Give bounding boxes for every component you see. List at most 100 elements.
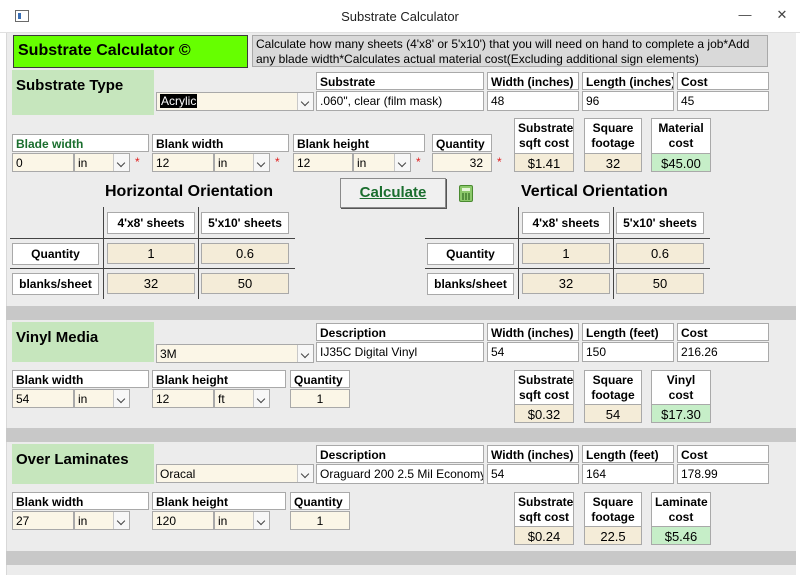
laminate-blank-width-unit-value: in: [78, 514, 88, 528]
blank-width-unit-value: in: [218, 156, 228, 170]
substrate-length-field[interactable]: 96: [582, 91, 674, 111]
laminate-blank-width-input[interactable]: 27: [12, 511, 74, 530]
blank-height-label: Blank height: [293, 134, 425, 152]
laminate-section-title: Over Laminates: [12, 444, 154, 484]
vinyl-cost-out-value: $17.30: [651, 404, 711, 423]
substrate-width-field[interactable]: 48: [487, 91, 579, 111]
laminate-desc-label: Description: [316, 445, 484, 463]
vinyl-blank-height-input[interactable]: 12: [152, 389, 214, 408]
horizontal-col-5x10: 5'x10' sheets: [201, 212, 289, 234]
grid-line: [10, 268, 295, 269]
vinyl-blank-height-unit-value: ft: [218, 392, 225, 406]
vinyl-section-title: Vinyl Media: [12, 322, 154, 362]
horizontal-orientation-title: Horizontal Orientation: [105, 183, 273, 200]
vinyl-sq-footage-value: 54: [584, 404, 642, 423]
vertical-col-4x8: 4'x8' sheets: [522, 212, 610, 234]
chevron-down-icon[interactable]: [113, 154, 129, 171]
laminate-length-field[interactable]: 164: [582, 464, 674, 484]
blade-width-input[interactable]: 0: [12, 153, 74, 172]
horizontal-blanks-5x10: 50: [201, 273, 289, 294]
laminate-width-field[interactable]: 54: [487, 464, 579, 484]
vertical-blanks-5x10: 50: [616, 273, 704, 294]
close-button[interactable]: ✕: [772, 5, 792, 25]
horizontal-blanks-4x8: 32: [107, 273, 195, 294]
laminate-cost-field[interactable]: 178.99: [677, 464, 769, 484]
blank-width-unit-select[interactable]: in: [214, 153, 270, 172]
section-divider: [6, 306, 796, 320]
blank-height-unit-select[interactable]: in: [353, 153, 411, 172]
substrate-cost-label: Cost: [677, 72, 769, 90]
chevron-down-icon[interactable]: [253, 390, 269, 407]
grid-line: [425, 268, 710, 269]
quantity-label: Quantity: [432, 134, 492, 152]
vertical-blanks-4x8: 32: [522, 273, 610, 294]
grid-line: [10, 238, 295, 239]
vinyl-desc-label: Description: [316, 323, 484, 341]
sqft-cost-value: $1.41: [514, 153, 574, 172]
blade-unit-select[interactable]: in: [74, 153, 130, 172]
chevron-down-icon[interactable]: [297, 345, 313, 362]
quantity-input[interactable]: 32: [432, 153, 492, 172]
vinyl-quantity-input[interactable]: 1: [290, 389, 350, 408]
vinyl-width-label: Width (inches): [487, 323, 579, 341]
vertical-row-quantity: Quantity: [427, 243, 514, 265]
vinyl-cost-field[interactable]: 216.26: [677, 342, 769, 362]
horizontal-quantity-5x10: 0.6: [201, 243, 289, 264]
substrate-cost-field[interactable]: 45: [677, 91, 769, 111]
vinyl-sq-footage-label: Square footage: [584, 370, 642, 405]
vinyl-blank-width-input[interactable]: 54: [12, 389, 74, 408]
chevron-down-icon[interactable]: [297, 465, 313, 482]
sq-footage-label: Square footage: [584, 118, 642, 154]
vinyl-blank-height-label: Blank height: [152, 370, 286, 388]
laminate-blank-height-unit-select[interactable]: in: [214, 511, 270, 530]
chevron-down-icon[interactable]: [394, 154, 410, 171]
horizontal-row-quantity: Quantity: [12, 243, 99, 265]
laminate-brand-select[interactable]: Oracal: [156, 464, 314, 483]
vinyl-blank-width-unit-select[interactable]: in: [74, 389, 130, 408]
vinyl-blank-width-unit-value: in: [78, 392, 88, 406]
vinyl-cost-out-label: Vinyl cost: [651, 370, 711, 405]
laminate-blank-width-unit-select[interactable]: in: [74, 511, 130, 530]
required-marker: *: [275, 155, 280, 169]
laminate-blank-height-input[interactable]: 120: [152, 511, 214, 530]
calculate-button[interactable]: Calculate: [340, 178, 446, 208]
horizontal-row-blanks: blanks/sheet: [12, 273, 99, 295]
substrate-desc-field[interactable]: .060", clear (film mask): [316, 91, 484, 111]
laminate-cost-out-label: Laminate cost: [651, 492, 711, 527]
vinyl-width-field[interactable]: 54: [487, 342, 579, 362]
substrate-type-select[interactable]: Acrylic: [156, 92, 314, 111]
vinyl-brand-value: 3M: [160, 347, 177, 361]
chevron-down-icon[interactable]: [113, 512, 129, 529]
window-title: Substrate Calculator: [341, 9, 459, 24]
required-marker: *: [497, 155, 502, 169]
calculator-icon[interactable]: [459, 185, 473, 202]
chevron-down-icon[interactable]: [297, 93, 313, 110]
blade-unit-value: in: [78, 156, 88, 170]
chevron-down-icon[interactable]: [113, 390, 129, 407]
laminate-blank-width-label: Blank width: [12, 492, 149, 510]
laminate-length-label: Length (feet): [582, 445, 674, 463]
laminate-quantity-input[interactable]: 1: [290, 511, 350, 530]
vinyl-blank-width-label: Blank width: [12, 370, 149, 388]
horizontal-col-4x8: 4'x8' sheets: [107, 212, 195, 234]
vinyl-length-field[interactable]: 150: [582, 342, 674, 362]
vinyl-desc-field[interactable]: IJ35C Digital Vinyl: [316, 342, 484, 362]
vertical-row-blanks: blanks/sheet: [427, 273, 514, 295]
substrate-width-label: Width (inches): [487, 72, 579, 90]
chevron-down-icon[interactable]: [253, 512, 269, 529]
minimize-button[interactable]: —: [735, 5, 755, 25]
grid-line: [198, 207, 199, 299]
vinyl-length-label: Length (feet): [582, 323, 674, 341]
chevron-down-icon[interactable]: [253, 154, 269, 171]
vertical-quantity-4x8: 1: [522, 243, 610, 264]
app-title: Substrate Calculator ©: [13, 35, 248, 68]
vinyl-cost-label: Cost: [677, 323, 769, 341]
material-cost-value: $45.00: [651, 153, 711, 172]
vinyl-brand-select[interactable]: 3M: [156, 344, 314, 363]
laminate-desc-field[interactable]: Oraguard 200 2.5 Mil Economy: [316, 464, 484, 484]
vinyl-blank-height-unit-select[interactable]: ft: [214, 389, 270, 408]
laminate-width-label: Width (inches): [487, 445, 579, 463]
laminate-cost-label: Cost: [677, 445, 769, 463]
blank-height-input[interactable]: 12: [293, 153, 353, 172]
blank-width-input[interactable]: 12: [152, 153, 214, 172]
